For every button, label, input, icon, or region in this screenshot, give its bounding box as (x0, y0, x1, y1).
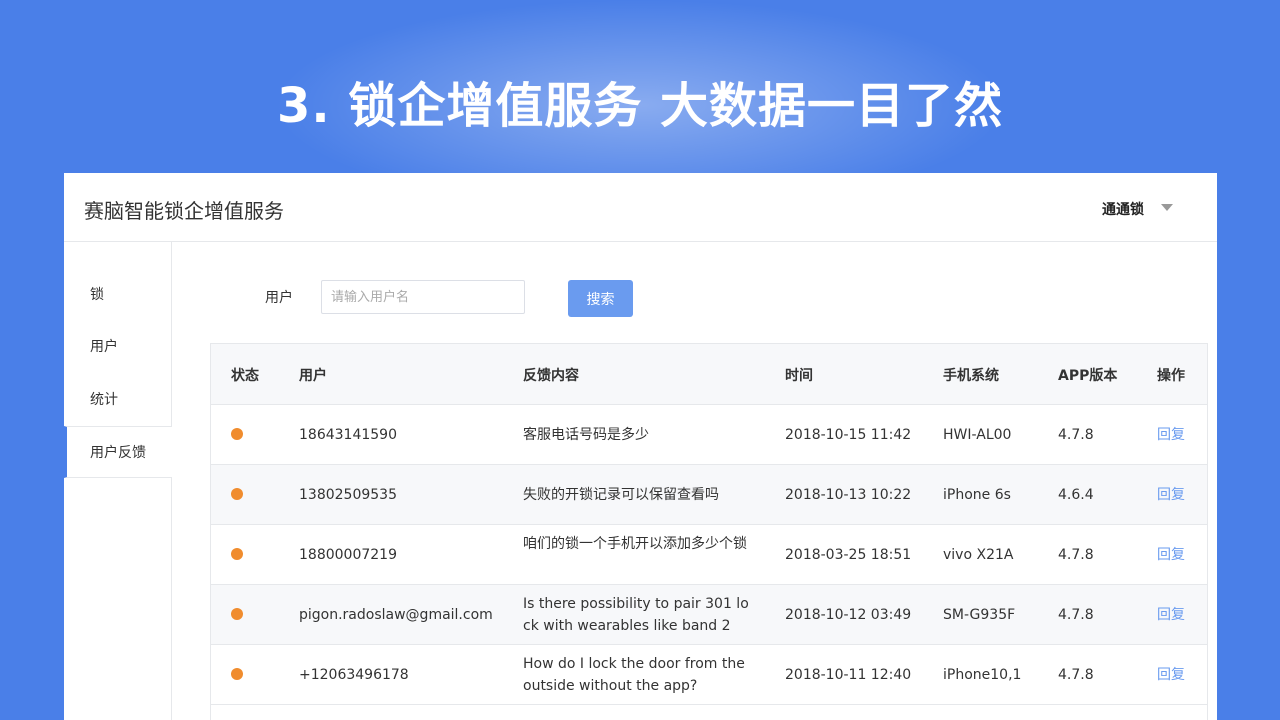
row-time: 2018-10-15 11:42 (785, 427, 912, 443)
row-time: 2018-10-12 03:49 (785, 607, 912, 623)
sidebar: 锁 用户 统计 用户反馈 (64, 242, 172, 720)
header-status: 状态 (231, 368, 259, 384)
feedback-table: 状态 用户 反馈内容 时间 手机系统 APP版本 操作 18643141590 … (210, 343, 1208, 720)
row-user: 13802509535 (299, 487, 397, 503)
slide-headline: 3. 锁企增值服务 大数据一目了然 (276, 78, 1004, 134)
search-label: 用户 (265, 290, 293, 306)
row-time: 2018-10-13 10:22 (785, 487, 912, 503)
row-user: +12063496178 (299, 667, 409, 683)
header-os: 手机系统 (943, 368, 999, 384)
header-action: 操作 (1157, 368, 1185, 384)
reply-link[interactable]: 回复 (1157, 544, 1185, 564)
row-version: 4.7.8 (1058, 547, 1094, 563)
row-content: 客服电话号码是多少 (523, 427, 649, 443)
reply-link[interactable]: 回复 (1157, 424, 1185, 444)
header-time: 时间 (785, 368, 813, 384)
row-os: iPhone 6s (943, 487, 1011, 503)
app-window: 赛脑智能锁企增值服务 通通锁 锁 用户 统计 用户反馈 用户 搜索 状态 用户 … (64, 173, 1217, 720)
status-dot-icon (231, 668, 243, 680)
row-version: 4.7.8 (1058, 427, 1094, 443)
username-search-input[interactable] (321, 280, 525, 314)
table-row: pigon.radoslaw@gmail.com Is there possib… (211, 585, 1207, 645)
row-os: HWI-AL00 (943, 427, 1012, 443)
table-header: 状态 用户 反馈内容 时间 手机系统 APP版本 操作 (211, 344, 1207, 405)
table-row: +12063496178 How do I lock the door from… (211, 645, 1207, 705)
status-dot-icon (231, 488, 243, 500)
chevron-down-icon[interactable] (1161, 204, 1173, 211)
row-time: 2018-10-11 12:40 (785, 667, 912, 683)
row-content: Is there possibility to pair 301 lock wi… (523, 596, 749, 634)
status-dot-icon (231, 428, 243, 440)
app-title: 赛脑智能锁企增值服务 (84, 199, 284, 223)
table-row: 18643141590 客服电话号码是多少 2018-10-15 11:42 H… (211, 405, 1207, 465)
row-os: iPhone10,1 (943, 667, 1022, 683)
row-version: 4.6.4 (1058, 487, 1094, 503)
reply-link[interactable]: 回复 (1157, 664, 1185, 684)
row-user: 18800007219 (299, 547, 397, 563)
table-row: 18800007219 咱们的锁一个手机开以添加多少个锁 2018-03-25 … (211, 525, 1207, 585)
header-content: 反馈内容 (523, 368, 579, 384)
row-user: 18643141590 (299, 427, 397, 443)
row-content: How do I lock the door from the outside … (523, 656, 745, 694)
row-user: pigon.radoslaw@gmail.com (299, 607, 493, 623)
top-bar: 赛脑智能锁企增值服务 通通锁 (64, 173, 1217, 242)
sidebar-item-users[interactable]: 用户 (64, 321, 172, 373)
header-user: 用户 (299, 368, 327, 384)
search-button[interactable]: 搜索 (568, 280, 633, 317)
sidebar-item-statistics[interactable]: 统计 (64, 374, 172, 426)
row-os: vivo X21A (943, 547, 1014, 563)
reply-link[interactable]: 回复 (1157, 604, 1185, 624)
status-dot-icon (231, 608, 243, 620)
row-content: 咱们的锁一个手机开以添加多少个锁 (523, 536, 747, 552)
table-row: 13802509535 失败的开锁记录可以保留查看吗 2018-10-13 10… (211, 465, 1207, 525)
status-dot-icon (231, 548, 243, 560)
account-selector[interactable]: 通通锁 (1102, 199, 1144, 219)
reply-link[interactable]: 回复 (1157, 484, 1185, 504)
row-content: 失败的开锁记录可以保留查看吗 (523, 487, 719, 503)
row-os: SM-G935F (943, 607, 1016, 623)
sidebar-item-feedback[interactable]: 用户反馈 (64, 426, 172, 478)
row-version: 4.7.8 (1058, 667, 1094, 683)
row-version: 4.7.8 (1058, 607, 1094, 623)
header-version: APP版本 (1058, 368, 1118, 384)
row-time: 2018-03-25 18:51 (785, 547, 912, 563)
sidebar-item-lock[interactable]: 锁 (64, 269, 172, 321)
